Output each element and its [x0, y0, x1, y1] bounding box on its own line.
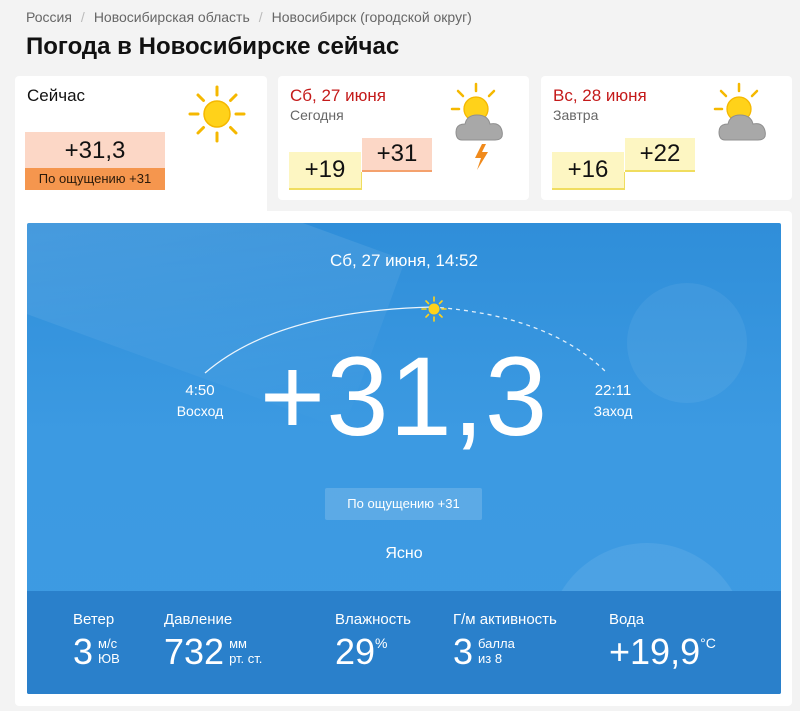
stat-label: Вода — [609, 611, 645, 628]
weather-condition: Ясно — [385, 545, 423, 562]
breadcrumb-link-russia[interactable]: Россия — [26, 9, 72, 25]
breadcrumb-link-district[interactable]: Новосибирск (городской округ) — [272, 9, 472, 25]
feels-like-badge: По ощущению +31 — [325, 488, 482, 520]
stat-unit: мм рт. ст. — [229, 636, 262, 666]
temp-max-box: +22 — [625, 138, 695, 172]
now-temp: +31,3 — [64, 137, 126, 164]
stat-unit: балла из 8 — [478, 636, 515, 666]
forecast-day-label: Сегодня — [290, 107, 344, 123]
stat-unit-line: мм — [229, 636, 247, 651]
stat-value: 3 — [73, 631, 94, 672]
stat-pressure: Давление 732 мм рт. ст. — [164, 611, 262, 670]
stat-unit-line: ЮВ — [98, 651, 120, 666]
page-title: Погода в Новосибирске сейчас — [26, 33, 400, 60]
stat-value: 29 — [335, 631, 376, 672]
sun-icon — [188, 85, 246, 143]
breadcrumb-separator: / — [258, 9, 263, 25]
forecast-day-label: Завтра — [553, 107, 599, 123]
stat-label: Влажность — [335, 611, 411, 628]
stat-unit-line: балла — [478, 636, 515, 651]
temp-connector — [361, 172, 362, 190]
breadcrumb-separator: / — [80, 9, 85, 25]
temp-min-box: +16 — [552, 152, 624, 190]
forecast-date: Сб, 27 июня — [290, 86, 386, 105]
stat-unit-line: из 8 — [478, 651, 503, 666]
sun-position-icon — [421, 296, 447, 322]
temp-max: +31 — [376, 140, 418, 167]
breadcrumb: Россия / Новосибирская область / Новосибирск… — [26, 9, 472, 25]
stat-geomagnetic: Г/м активность 3 балла из 8 — [453, 611, 557, 670]
stat-unit-line: рт. ст. — [229, 651, 263, 666]
stat-value: 3 — [453, 631, 474, 672]
forecast-card-tomorrow[interactable]: Вс, 28 июня Завтра +22 +16 — [541, 76, 792, 200]
stat-value: 732 — [164, 631, 225, 672]
temp-max: +22 — [639, 140, 681, 167]
stat-label: Г/м активность — [453, 611, 557, 628]
stat-water: Вода +19,9 °C — [609, 611, 716, 670]
temp-min-box: +19 — [289, 152, 361, 190]
stat-value: +19,9 — [609, 631, 701, 672]
temp-min: +16 — [567, 156, 609, 183]
weather-stats: Ветер 3 м/с ЮВ Давление 732 мм рт. ст. Вла… — [27, 591, 781, 694]
stat-humidity: Влажность 29 % — [335, 611, 411, 670]
stat-unit: % — [375, 635, 388, 651]
sun-cloud-icon — [713, 82, 766, 141]
stat-wind: Ветер 3 м/с ЮВ — [73, 611, 120, 670]
forecast-date: Вс, 28 июня — [553, 86, 647, 105]
breadcrumb-link-region[interactable]: Новосибирская область — [94, 9, 250, 25]
temp-connector — [624, 172, 625, 190]
now-card[interactable]: Сейчас +31,3 По ощущению +31 — [15, 76, 267, 216]
stat-unit: м/с ЮВ — [98, 636, 120, 666]
stat-label: Ветер — [73, 611, 115, 628]
sun-cloud-thunder-icon — [450, 82, 503, 170]
current-weather-sky: Сб, 27 июня, 14:52 4:50 Восход 22:11 Зах… — [27, 223, 781, 694]
now-feels: По ощущению +31 — [25, 168, 165, 190]
now-label: Сейчас — [27, 86, 86, 105]
temp-max-box: +31 — [362, 138, 432, 172]
forecast-card-today[interactable]: Сб, 27 июня Сегодня +31 +19 — [278, 76, 529, 200]
current-temp: +31,3 — [259, 334, 549, 459]
stat-unit: °C — [700, 635, 716, 651]
stat-unit-line: м/с — [98, 636, 118, 651]
now-temp-box: +31,3 — [25, 132, 165, 168]
temp-min: +19 — [304, 156, 346, 183]
stat-label: Давление — [164, 611, 233, 628]
